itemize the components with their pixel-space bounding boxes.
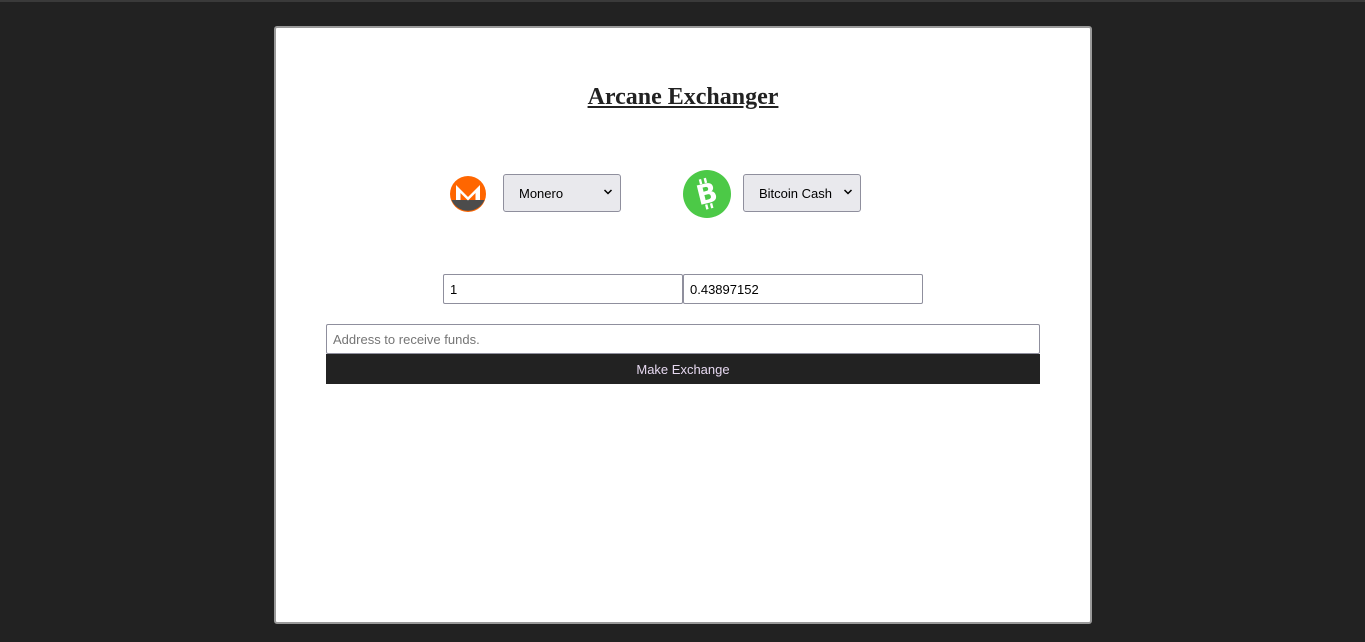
to-currency-label: Bitcoin Cash [759,186,832,201]
page-title: Arcane Exchanger [587,84,779,110]
to-currency-select[interactable]: Bitcoin Cash [743,174,861,212]
from-currency-select[interactable]: Monero [503,174,621,212]
bitcoin-cash-icon: B [682,169,732,219]
from-currency-label: Monero [519,186,564,201]
to-amount-input[interactable] [683,274,923,304]
receive-address-input[interactable] [326,324,1040,354]
window-top-border [0,0,1365,2]
make-exchange-button[interactable]: Make Exchange [326,354,1040,384]
exchange-card: Arcane Exchanger Monero B Bitcoin Cash 1… [274,26,1092,624]
from-amount-input[interactable] [443,274,683,304]
monero-icon [450,176,486,212]
chevron-down-icon [603,189,613,195]
chevron-down-icon [843,189,853,195]
